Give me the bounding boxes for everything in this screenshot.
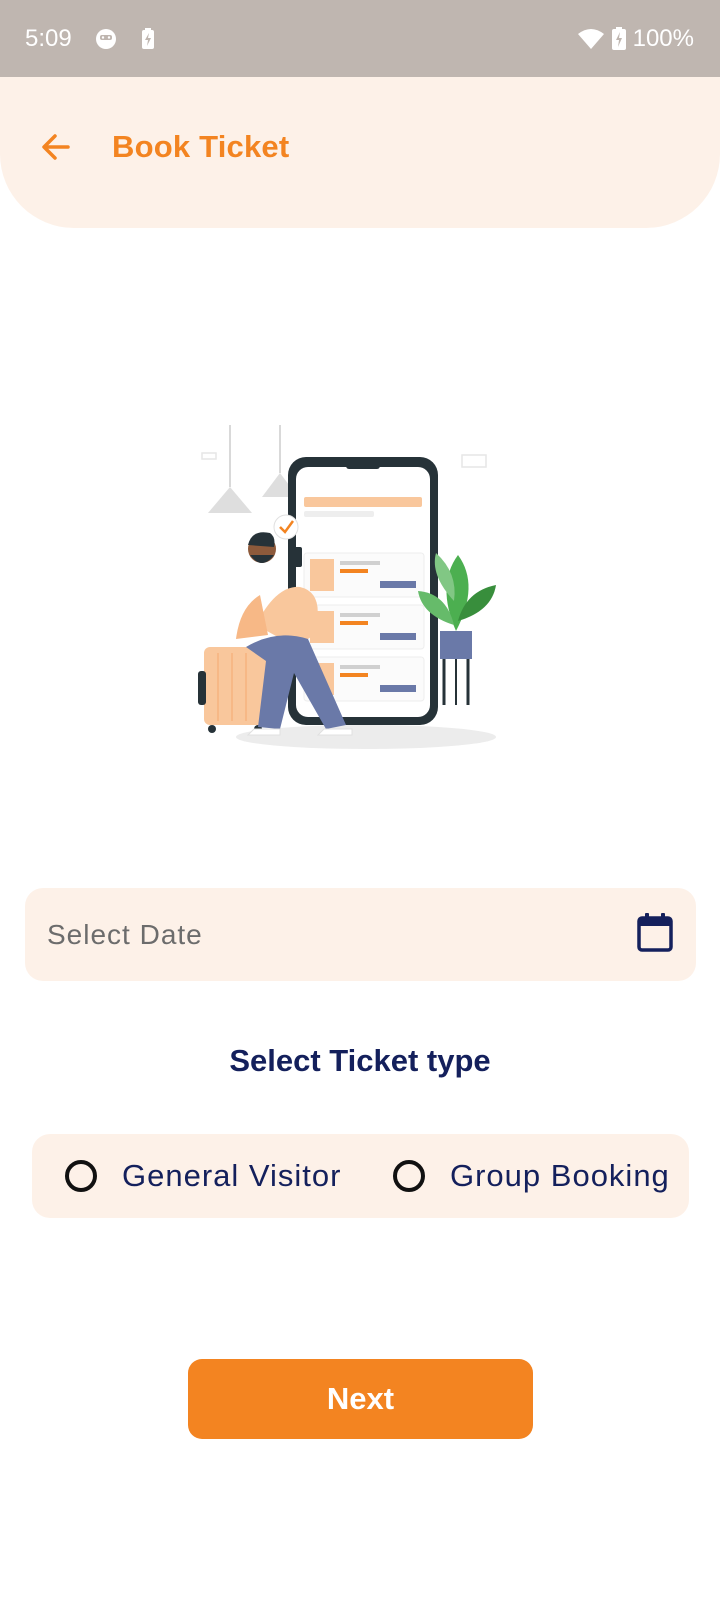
battery-percentage: 100% [632, 24, 694, 52]
status-time: 5:09 [25, 24, 72, 52]
radio-button-unchecked-icon[interactable] [65, 1160, 97, 1192]
status-bar: 5:09 100% [0, 0, 720, 77]
status-right: 100% [577, 25, 694, 53]
face-notification-icon [94, 27, 118, 51]
status-left: 5:09 [25, 25, 156, 53]
date-field-placeholder: Select Date [47, 918, 203, 950]
app-header: Book Ticket [0, 77, 720, 228]
next-button[interactable]: Next [188, 1359, 533, 1439]
battery-saver-icon [140, 27, 156, 51]
radio-button-unchecked-icon[interactable] [393, 1160, 425, 1192]
page-title: Book Ticket [112, 129, 290, 164]
radio-label: General Visitor [122, 1158, 342, 1193]
radio-label: Group Booking [450, 1158, 670, 1193]
radio-option-group-booking[interactable]: Group Booking [393, 1134, 670, 1218]
arrow-left-icon [42, 134, 70, 160]
wifi-icon [577, 27, 605, 51]
booking-illustration [196, 425, 506, 765]
date-picker-field[interactable]: Select Date [25, 888, 696, 981]
back-button[interactable] [30, 121, 82, 173]
ticket-type-heading: Select Ticket type [229, 1043, 491, 1078]
battery-charging-icon [611, 26, 627, 52]
ticket-type-radio-group: General Visitor Group Booking [32, 1134, 689, 1218]
calendar-icon[interactable] [636, 911, 674, 958]
radio-option-general-visitor[interactable]: General Visitor [65, 1134, 341, 1218]
